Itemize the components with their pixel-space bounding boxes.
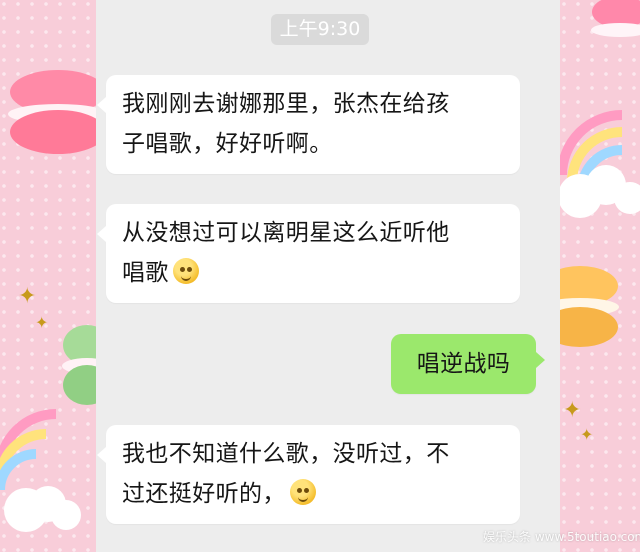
message-tail bbox=[97, 226, 106, 242]
message-bubble-incoming[interactable]: 从没想过可以离明星这么近听他 唱歌 bbox=[97, 204, 520, 303]
sparkle-icon: ✦ bbox=[580, 425, 594, 444]
laughing-crying-face-icon bbox=[289, 479, 316, 505]
message-line-text: 过还挺好听的， bbox=[122, 481, 286, 507]
message-line: 子唱歌，好好听啊。 bbox=[122, 131, 333, 157]
message-line-text: 唱歌 bbox=[122, 260, 169, 286]
message-tail bbox=[97, 97, 106, 113]
sparkle-icon: ✦ bbox=[563, 398, 582, 423]
message-bubble-outgoing[interactable]: 唱逆战吗 bbox=[391, 334, 545, 394]
sparkle-icon: ✦ bbox=[18, 284, 37, 309]
message-line: 从没想过可以离明星这么近听他 bbox=[122, 220, 450, 246]
watermark: 娱乐头条 www.5toutiao.com bbox=[483, 530, 640, 544]
sparkle-icon: ✦ bbox=[35, 313, 49, 332]
message-line: 唱逆战吗 bbox=[416, 351, 511, 377]
message-bubble-incoming[interactable]: 我也不知道什么歌，没听过，不 过还挺好听的， bbox=[97, 425, 520, 524]
message-tail bbox=[536, 352, 545, 368]
macaron-pink-left bbox=[8, 70, 108, 154]
chat-timestamp: 上午9:30 bbox=[271, 14, 369, 45]
thinking-face-icon bbox=[172, 258, 199, 284]
message-line: 唱歌 bbox=[122, 253, 504, 293]
rainbow-left-cloud bbox=[0, 409, 81, 532]
message-line: 过还挺好听的， bbox=[122, 474, 504, 514]
message-bubble-incoming[interactable]: 我刚刚去谢娜那里，张杰在给孩 子唱歌，好好听啊。 bbox=[97, 75, 520, 174]
message-line: 我也不知道什么歌，没听过，不 bbox=[122, 441, 450, 467]
message-tail bbox=[97, 447, 106, 463]
message-line: 我刚刚去谢娜那里，张杰在给孩 bbox=[122, 91, 450, 117]
rainbow-right-cloud bbox=[557, 110, 640, 218]
macaron-pink-top-right bbox=[591, 0, 640, 37]
